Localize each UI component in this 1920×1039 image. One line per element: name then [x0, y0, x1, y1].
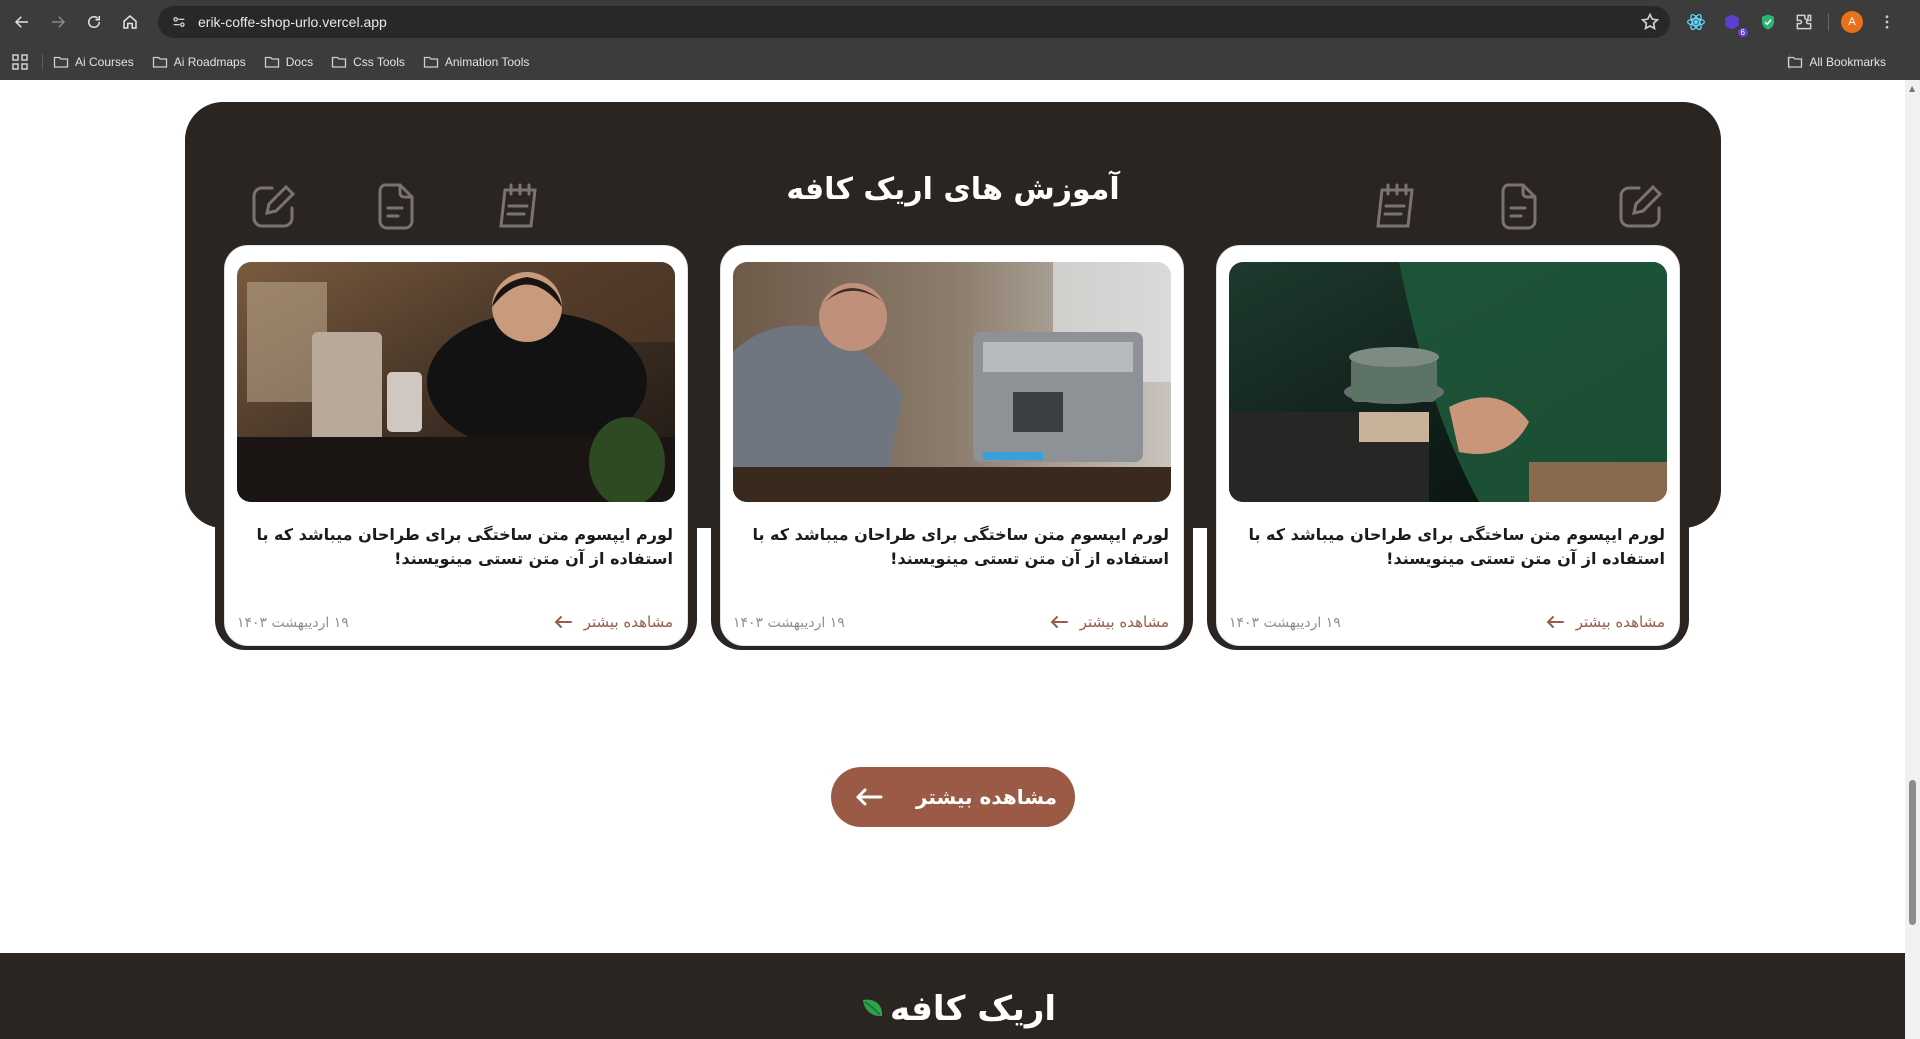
- arrow-left-icon: [1546, 616, 1564, 628]
- bookmark-css-tools[interactable]: Css Tools: [331, 54, 405, 70]
- blog-card-date: ۱۹ اردیبهشت ۱۴۰۳: [1229, 615, 1341, 631]
- react-devtools-icon[interactable]: [1684, 10, 1708, 34]
- footer-logo-text: اریک کافه: [890, 989, 1057, 1029]
- note-icon: [370, 180, 422, 232]
- star-icon[interactable]: [1640, 12, 1660, 32]
- profile-avatar[interactable]: A: [1841, 11, 1863, 33]
- bookmark-ai-roadmaps[interactable]: Ai Roadmaps: [152, 54, 246, 70]
- blog-card-image-barista-pouring[interactable]: [237, 262, 675, 502]
- address-bar[interactable]: erik-coffe-shop-urlo.vercel.app: [158, 6, 1670, 38]
- arrow-left-icon: [1050, 616, 1068, 628]
- read-more-link[interactable]: مشاهده بیشتر: [1546, 613, 1665, 631]
- notepad-icon: [493, 180, 545, 232]
- bookmark-animation-tools[interactable]: Animation Tools: [423, 54, 530, 70]
- edit-icon: [248, 180, 300, 232]
- home-icon: [123, 15, 137, 29]
- footer-logo[interactable]: اریک کافه: [860, 989, 1056, 1029]
- blog-card[interactable]: لورم ایپسوم متن ساختگی برای طراحان میباش…: [1216, 245, 1680, 646]
- shield-extension-icon[interactable]: [1756, 10, 1780, 34]
- view-more-label: مشاهده بیشتر: [915, 785, 1057, 809]
- page-content: آموزش های اریک کافه لورم ایپسوم متن ساخت…: [0, 80, 1905, 1039]
- folder-icon: [53, 56, 69, 68]
- read-more-link[interactable]: مشاهده بیشتر: [554, 613, 673, 631]
- extension-badge-count: 6: [1737, 28, 1748, 37]
- blog-card[interactable]: لورم ایپسوم متن ساختگی برای طراحان میباش…: [224, 245, 688, 646]
- browser-toolbar: erik-coffe-shop-urlo.vercel.app 6 A: [0, 0, 1920, 44]
- scroll-up-arrow-icon[interactable]: ▲: [1909, 84, 1915, 93]
- read-more-label: مشاهده بیشتر: [1575, 613, 1665, 631]
- notepad-icon: [1370, 180, 1422, 232]
- all-bookmarks[interactable]: All Bookmarks: [1787, 54, 1886, 70]
- folder-icon: [264, 56, 279, 68]
- all-bookmarks-label: All Bookmarks: [1809, 55, 1886, 69]
- blog-card-image-espresso-machine[interactable]: [733, 262, 1171, 502]
- forward-button[interactable]: [40, 4, 76, 40]
- leaf-icon: [863, 999, 883, 1017]
- folder-icon: [423, 56, 439, 68]
- blog-card-date: ۱۹ اردیبهشت ۱۴۰۳: [733, 615, 845, 631]
- back-icon: [14, 16, 28, 28]
- bookmark-label: Ai Courses: [75, 55, 134, 69]
- bookmark-ai-courses[interactable]: Ai Courses: [53, 54, 134, 70]
- bookmark-docs[interactable]: Docs: [264, 54, 313, 70]
- apps-grid-icon[interactable]: [12, 54, 28, 70]
- edit-icon: [1615, 180, 1667, 232]
- page-scrollbar[interactable]: ▲: [1905, 80, 1920, 1039]
- view-more-button[interactable]: مشاهده بیشتر: [831, 767, 1075, 827]
- menu-dots-icon[interactable]: [1875, 10, 1899, 34]
- blog-card[interactable]: لورم ایپسوم متن ساختگی برای طراحان میباش…: [720, 245, 1184, 646]
- read-more-label: مشاهده بیشتر: [1079, 613, 1169, 631]
- footer: اریک کافه: [0, 953, 1905, 1039]
- site-settings-icon[interactable]: [168, 11, 190, 33]
- bookmark-label: Docs: [285, 55, 314, 69]
- reload-icon: [88, 16, 100, 28]
- scrollbar-thumb[interactable]: [1909, 780, 1916, 925]
- bookmark-label: Ai Roadmaps: [173, 55, 246, 69]
- extensions-icon[interactable]: [1792, 10, 1816, 34]
- folder-icon: [1788, 56, 1803, 68]
- url-text: erik-coffe-shop-urlo.vercel.app: [198, 14, 387, 30]
- home-button[interactable]: [112, 4, 148, 40]
- bookmark-label: Animation Tools: [444, 55, 530, 69]
- folder-icon: [331, 56, 347, 68]
- bookmarks-bar: Ai Courses Ai Roadmaps Docs Css Tools An…: [0, 44, 1920, 80]
- bookmark-label: Css Tools: [353, 55, 405, 69]
- arrow-left-icon: [856, 788, 883, 806]
- read-more-label: مشاهده بیشتر: [583, 613, 673, 631]
- folder-icon: [152, 56, 167, 68]
- bookmarks-separator: [42, 54, 43, 70]
- blog-card-title[interactable]: لورم ایپسوم متن ساختگی برای طراحان میباش…: [247, 523, 673, 571]
- blog-card-title[interactable]: لورم ایپسوم متن ساختگی برای طراحان میباش…: [1239, 523, 1665, 571]
- browser-chrome: erik-coffe-shop-urlo.vercel.app 6 A Ai C…: [0, 0, 1920, 80]
- blog-card-title[interactable]: لورم ایپسوم متن ساختگی برای طراحان میباش…: [743, 523, 1169, 571]
- forward-icon: [52, 16, 66, 28]
- back-button[interactable]: [4, 4, 40, 40]
- note-icon: [1493, 180, 1545, 232]
- reload-button[interactable]: [76, 4, 112, 40]
- blog-card-date: ۱۹ اردیبهشت ۱۴۰۳: [237, 615, 349, 631]
- extension-area: 6 A: [1684, 8, 1899, 37]
- blog-card-image-holding-cup[interactable]: [1229, 262, 1667, 502]
- arrow-left-icon: [554, 616, 572, 628]
- read-more-link[interactable]: مشاهده بیشتر: [1050, 613, 1169, 631]
- toolbar-separator: [1828, 13, 1829, 31]
- extension-badge-icon[interactable]: 6: [1720, 10, 1748, 37]
